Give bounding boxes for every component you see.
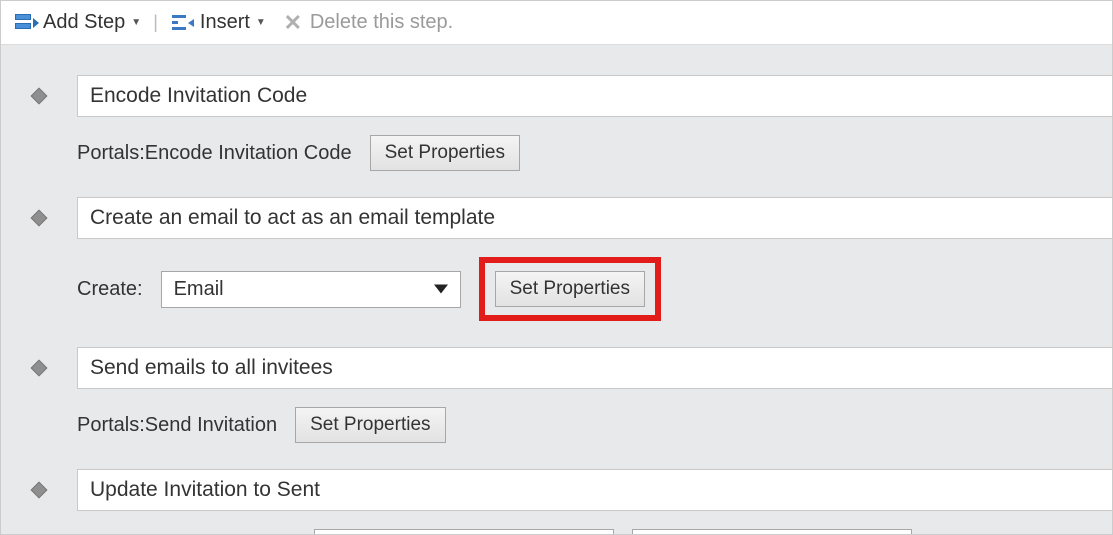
set-properties-button[interactable]: Set Properties xyxy=(495,271,645,307)
toolbar-separator: | xyxy=(151,12,160,33)
workflow-designer-panel: Add Step ▼ | Insert ▼ ✕ Delete this step… xyxy=(0,0,1113,535)
step-bullet xyxy=(1,90,77,102)
delete-icon: ✕ xyxy=(280,12,306,34)
step-block: Create an email to act as an email templ… xyxy=(1,187,1112,337)
step-action-text: Portals:Send Invitation xyxy=(77,414,277,437)
set-properties-button[interactable]: Set Properties xyxy=(295,407,445,443)
status-entity-select[interactable]: Invitation xyxy=(314,529,614,535)
step-header: Send emails to all invitees xyxy=(1,343,1112,393)
add-step-label: Add Step xyxy=(43,11,125,34)
step-title-input[interactable]: Update Invitation to Sent xyxy=(77,469,1112,511)
add-step-button[interactable]: Add Step ▼ xyxy=(9,9,145,36)
step-header: Update Invitation to Sent xyxy=(1,465,1112,515)
delete-step-button: ✕ Delete this step. xyxy=(276,9,457,36)
step-bullet xyxy=(1,362,77,374)
chevron-down-icon xyxy=(434,285,448,294)
step-detail: Change record status to: Invitation Sent xyxy=(1,515,1112,535)
step-block: Send emails to all invitees Portals:Send… xyxy=(1,337,1112,459)
create-entity-select[interactable]: Email xyxy=(161,271,461,308)
step-header: Encode Invitation Code xyxy=(1,71,1112,121)
highlight-annotation: Set Properties xyxy=(479,257,661,321)
step-detail: Portals:Send Invitation Set Properties xyxy=(1,393,1112,453)
step-detail: Portals:Encode Invitation Code Set Prope… xyxy=(1,121,1112,181)
step-action-text: Portals:Encode Invitation Code xyxy=(77,142,352,165)
steps-area: Encode Invitation Code Portals:Encode In… xyxy=(1,45,1112,535)
step-title-input[interactable]: Send emails to all invitees xyxy=(77,347,1112,389)
step-block: Update Invitation to Sent Change record … xyxy=(1,459,1112,535)
insert-icon xyxy=(170,12,196,34)
status-value-select[interactable]: Sent xyxy=(632,529,912,535)
add-step-icon xyxy=(13,12,39,34)
insert-label: Insert xyxy=(200,11,250,34)
chevron-down-icon: ▼ xyxy=(131,17,141,28)
create-label: Create: xyxy=(77,278,143,301)
insert-button[interactable]: Insert ▼ xyxy=(166,9,270,36)
step-block: Encode Invitation Code Portals:Encode In… xyxy=(1,65,1112,187)
step-bullet xyxy=(1,484,77,496)
step-bullet xyxy=(1,212,77,224)
toolbar: Add Step ▼ | Insert ▼ ✕ Delete this step… xyxy=(1,1,1112,45)
step-header: Create an email to act as an email templ… xyxy=(1,193,1112,243)
step-detail: Create: Email Set Properties xyxy=(1,243,1112,331)
create-entity-value: Email xyxy=(174,278,224,301)
chevron-down-icon: ▼ xyxy=(256,17,266,28)
delete-step-label: Delete this step. xyxy=(310,11,453,34)
step-title-input[interactable]: Encode Invitation Code xyxy=(77,75,1112,117)
step-title-input[interactable]: Create an email to act as an email templ… xyxy=(77,197,1112,239)
set-properties-button[interactable]: Set Properties xyxy=(370,135,520,171)
